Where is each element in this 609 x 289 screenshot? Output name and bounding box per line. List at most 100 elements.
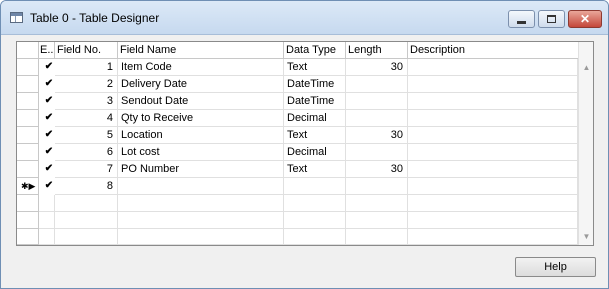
field-name-cell[interactable]: Location xyxy=(118,127,284,144)
enabled-checkmark[interactable]: ✔ xyxy=(44,144,54,161)
minimize-button[interactable] xyxy=(508,10,535,28)
field-name-cell[interactable]: Delivery Date xyxy=(118,76,284,93)
empty-cell[interactable] xyxy=(39,195,55,212)
data-type-cell[interactable]: DateTime xyxy=(284,76,346,93)
field-no-cell[interactable]: 5 xyxy=(55,127,118,144)
field-no-cell[interactable]: 4 xyxy=(55,110,118,127)
field-name-cell[interactable]: Qty to Receive xyxy=(118,110,284,127)
header-length[interactable]: Length xyxy=(346,42,408,59)
empty-cell[interactable] xyxy=(118,212,284,229)
data-type-cell[interactable] xyxy=(284,178,346,195)
data-type-cell[interactable]: Text xyxy=(284,59,346,76)
data-type-cell[interactable]: Decimal xyxy=(284,144,346,161)
description-cell[interactable] xyxy=(408,110,578,127)
length-cell[interactable] xyxy=(346,144,408,161)
empty-cell[interactable] xyxy=(346,229,408,245)
row-selector[interactable] xyxy=(17,93,39,110)
window-title: Table 0 - Table Designer xyxy=(30,11,160,25)
field-no-cell[interactable]: 2 xyxy=(55,76,118,93)
enabled-checkmark[interactable]: ✔ xyxy=(44,93,54,110)
scroll-down-icon[interactable]: ▼ xyxy=(579,229,593,244)
empty-cell[interactable] xyxy=(118,195,284,212)
description-cell[interactable] xyxy=(408,93,578,110)
description-cell[interactable] xyxy=(408,59,578,76)
header-data-type[interactable]: Data Type xyxy=(284,42,346,59)
field-name-cell[interactable]: PO Number xyxy=(118,161,284,178)
empty-cell[interactable] xyxy=(39,212,55,229)
close-button[interactable]: ✕ xyxy=(568,10,602,28)
header-field-name[interactable]: Field Name xyxy=(118,42,284,59)
enabled-checkmark[interactable]: ✔ xyxy=(44,161,54,178)
row-selector[interactable] xyxy=(17,127,39,144)
enabled-checkmark[interactable]: ✔ xyxy=(44,110,54,127)
description-cell[interactable] xyxy=(408,178,578,195)
description-cell[interactable] xyxy=(408,127,578,144)
field-name-cell[interactable]: Sendout Date xyxy=(118,93,284,110)
row-selector[interactable] xyxy=(17,144,39,161)
header-enabled[interactable]: E.. xyxy=(39,42,55,59)
empty-cell[interactable] xyxy=(55,212,118,229)
close-icon: ✕ xyxy=(579,12,591,26)
header-description[interactable]: Description xyxy=(408,42,578,59)
empty-cell[interactable] xyxy=(55,229,118,245)
empty-cell[interactable] xyxy=(55,195,118,212)
row-selector[interactable] xyxy=(17,59,39,76)
current-row-marker-icon: ✱▶ xyxy=(21,181,36,191)
empty-cell[interactable] xyxy=(346,212,408,229)
row-selector[interactable] xyxy=(17,110,39,127)
data-type-cell[interactable]: DateTime xyxy=(284,93,346,110)
field-name-cell[interactable]: Item Code xyxy=(118,59,284,76)
scroll-up-icon[interactable]: ▲ xyxy=(579,60,593,75)
field-no-cell[interactable]: 8 xyxy=(55,178,118,195)
empty-cell[interactable] xyxy=(118,229,284,245)
vertical-scrollbar[interactable]: ▲ ▼ xyxy=(578,42,593,245)
data-type-cell[interactable]: Text xyxy=(284,127,346,144)
field-no-cell[interactable]: 3 xyxy=(55,93,118,110)
row-selector[interactable] xyxy=(17,195,39,212)
empty-cell[interactable] xyxy=(284,212,346,229)
length-cell[interactable]: 30 xyxy=(346,59,408,76)
empty-cell[interactable] xyxy=(408,212,578,229)
empty-cell[interactable] xyxy=(39,229,55,245)
length-cell[interactable] xyxy=(346,178,408,195)
help-button[interactable]: Help xyxy=(515,257,596,277)
enabled-checkmark[interactable]: ✔ xyxy=(44,178,54,195)
row-selector[interactable]: ✱▶ xyxy=(17,178,39,195)
row-selector[interactable] xyxy=(17,212,39,229)
field-name-cell[interactable] xyxy=(118,178,284,195)
field-no-cell[interactable]: 6 xyxy=(55,144,118,161)
fields-grid[interactable]: E.. Field No. Field Name Data Type Lengt… xyxy=(16,41,594,246)
table-icon xyxy=(10,12,23,23)
description-cell[interactable] xyxy=(408,76,578,93)
header-field-no[interactable]: Field No. xyxy=(55,42,118,59)
description-cell[interactable] xyxy=(408,161,578,178)
maximize-icon xyxy=(547,15,556,23)
empty-cell[interactable] xyxy=(284,195,346,212)
row-selector[interactable] xyxy=(17,229,39,245)
empty-cell[interactable] xyxy=(284,229,346,245)
header-selector xyxy=(17,42,39,59)
maximize-button[interactable] xyxy=(538,10,565,28)
length-cell[interactable]: 30 xyxy=(346,161,408,178)
length-cell[interactable] xyxy=(346,110,408,127)
row-selector[interactable] xyxy=(17,161,39,178)
enabled-checkmark[interactable]: ✔ xyxy=(44,127,54,144)
length-cell[interactable] xyxy=(346,93,408,110)
field-no-cell[interactable]: 7 xyxy=(55,161,118,178)
description-cell[interactable] xyxy=(408,144,578,161)
length-cell[interactable] xyxy=(346,76,408,93)
row-selector[interactable] xyxy=(17,76,39,93)
data-type-cell[interactable]: Decimal xyxy=(284,110,346,127)
data-type-cell[interactable]: Text xyxy=(284,161,346,178)
field-name-cell[interactable]: Lot cost xyxy=(118,144,284,161)
enabled-checkmark[interactable]: ✔ xyxy=(44,59,54,76)
empty-cell[interactable] xyxy=(408,229,578,245)
length-cell[interactable]: 30 xyxy=(346,127,408,144)
field-no-cell[interactable]: 1 xyxy=(55,59,118,76)
table-designer-window: Table 0 - Table Designer ✕ E.. Field No.… xyxy=(0,0,609,289)
empty-cell[interactable] xyxy=(408,195,578,212)
title-bar[interactable]: Table 0 - Table Designer ✕ xyxy=(1,1,608,35)
minimize-icon xyxy=(517,21,526,24)
enabled-checkmark[interactable]: ✔ xyxy=(44,76,54,93)
empty-cell[interactable] xyxy=(346,195,408,212)
